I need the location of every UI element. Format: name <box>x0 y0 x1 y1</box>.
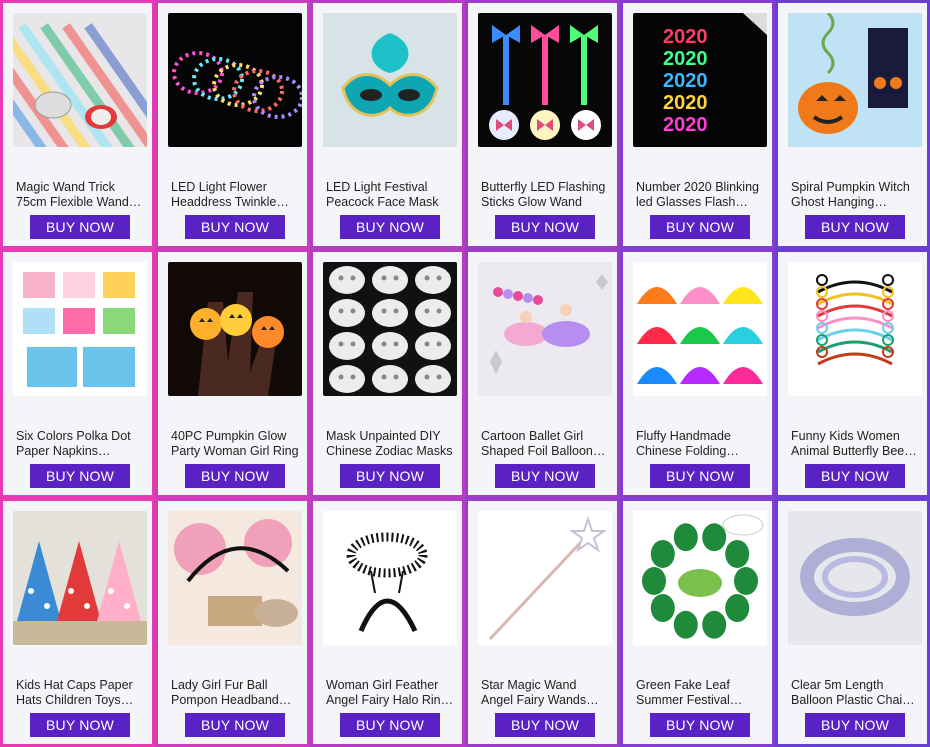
product-image[interactable] <box>168 262 302 396</box>
product-title[interactable]: LED Light Flower Headdress Twinkle Wreat… <box>171 180 299 210</box>
product-card[interactable]: Cartoon Ballet Girl Shaped Foil Balloons… <box>465 249 620 498</box>
buy-now-button[interactable]: BUY NOW <box>30 215 130 239</box>
svg-text:2020: 2020 <box>663 48 708 70</box>
buy-now-button[interactable]: BUY NOW <box>30 713 130 737</box>
product-image[interactable] <box>633 262 767 396</box>
balloon-tape-icon <box>788 511 922 645</box>
buy-now-button[interactable]: BUY NOW <box>805 713 905 737</box>
pumpkin-spiral-icon <box>788 13 922 147</box>
star-wand-icon <box>478 511 612 645</box>
ballet-balloons-icon <box>478 262 612 396</box>
product-card[interactable]: Six Colors Polka Dot Paper Napkins Table… <box>0 249 155 498</box>
svg-text:2020: 2020 <box>663 114 708 136</box>
product-title[interactable]: LED Light Festival Peacock Face Mask <box>326 180 454 210</box>
tropical-leaves-icon <box>633 511 767 645</box>
product-card[interactable]: Clear 5m Length Balloon Plastic Chain Ta… <box>775 498 930 747</box>
product-title[interactable]: Fluffy Handmade Chinese Folding Feather … <box>636 429 764 459</box>
product-title[interactable]: Green Fake Leaf Summer Festival Decorati… <box>636 678 764 708</box>
feather-halo-icon <box>323 511 457 645</box>
product-title[interactable]: Spiral Pumpkin Witch Ghost Hanging Decor… <box>791 180 919 210</box>
led-flower-wreaths-icon <box>168 13 302 147</box>
product-card[interactable]: 40PC Pumpkin Glow Party Woman Girl Ring B… <box>155 249 310 498</box>
peacock-mask-icon <box>323 13 457 147</box>
led-2020-glasses-icon: 20202020202020202020 <box>633 13 767 147</box>
product-title[interactable]: Six Colors Polka Dot Paper Napkins Table… <box>16 429 144 459</box>
butterfly-wands-icon <box>478 13 612 147</box>
product-card[interactable]: Kids Hat Caps Paper Hats Children Toys B… <box>0 498 155 747</box>
buy-now-button[interactable]: BUY NOW <box>805 215 905 239</box>
product-title[interactable]: Kids Hat Caps Paper Hats Children Toys B… <box>16 678 144 708</box>
product-card[interactable]: Mask Unpainted DIY Chinese Zodiac Masks B… <box>310 249 465 498</box>
polka-napkins-icon <box>13 262 147 396</box>
product-image[interactable] <box>788 262 922 396</box>
product-card[interactable]: Star Magic Wand Angel Fairy Wands Party … <box>465 498 620 747</box>
product-card[interactable]: Spiral Pumpkin Witch Ghost Hanging Decor… <box>775 0 930 249</box>
buy-now-button[interactable]: BUY NOW <box>185 215 285 239</box>
antenna-headbands-icon <box>788 262 922 396</box>
product-card[interactable]: 2020 2020 2020 2020 2020 Number 2020 Blinking… <box>620 0 775 249</box>
product-image[interactable] <box>168 13 302 147</box>
buy-now-button[interactable]: BUY NOW <box>805 464 905 488</box>
buy-now-button[interactable]: BUY NOW <box>650 464 750 488</box>
buy-now-button[interactable]: BUY NOW <box>495 215 595 239</box>
buy-now-button[interactable]: BUY NOW <box>495 464 595 488</box>
product-title[interactable]: 40PC Pumpkin Glow Party Woman Girl Ring <box>171 429 299 459</box>
product-title[interactable]: Mask Unpainted DIY Chinese Zodiac Masks <box>326 429 454 459</box>
product-title[interactable]: Star Magic Wand Angel Fairy Wands Party … <box>481 678 609 708</box>
product-image[interactable] <box>168 511 302 645</box>
pumpkin-glow-ring-icon <box>168 262 302 396</box>
buy-now-button[interactable]: BUY NOW <box>185 464 285 488</box>
pompom-headband-icon <box>168 511 302 645</box>
buy-now-button[interactable]: BUY NOW <box>30 464 130 488</box>
product-image[interactable] <box>13 511 147 645</box>
product-image[interactable] <box>323 13 457 147</box>
buy-now-button[interactable]: BUY NOW <box>340 464 440 488</box>
product-card[interactable]: Magic Wand Trick 75cm Flexible Wand Magi… <box>0 0 155 249</box>
product-card[interactable]: Fluffy Handmade Chinese Folding Feather … <box>620 249 775 498</box>
magic-wand-icon <box>13 13 147 147</box>
product-card[interactable]: LED Light Flower Headdress Twinkle Wreat… <box>155 0 310 249</box>
product-image[interactable] <box>478 511 612 645</box>
buy-now-button[interactable]: BUY NOW <box>185 713 285 737</box>
product-image[interactable] <box>788 13 922 147</box>
product-card[interactable]: LED Light Festival Peacock Face Mask BUY … <box>310 0 465 249</box>
product-title[interactable]: Cartoon Ballet Girl Shaped Foil Balloons… <box>481 429 609 459</box>
product-image[interactable] <box>323 511 457 645</box>
product-card[interactable]: Woman Girl Feather Angel Fairy Halo Ring… <box>310 498 465 747</box>
product-title[interactable]: Lady Girl Fur Ball Pompon Headband Ears <box>171 678 299 708</box>
product-title[interactable]: Clear 5m Length Balloon Plastic Chain Ta… <box>791 678 919 708</box>
buy-now-button[interactable]: BUY NOW <box>340 215 440 239</box>
buy-now-button[interactable]: BUY NOW <box>495 713 595 737</box>
product-image[interactable] <box>633 511 767 645</box>
product-card[interactable]: Butterfly LED Flashing Sticks Glow Wand B… <box>465 0 620 249</box>
buy-now-button[interactable]: BUY NOW <box>650 215 750 239</box>
buy-now-button[interactable]: BUY NOW <box>340 713 440 737</box>
product-image[interactable] <box>478 13 612 147</box>
zodiac-masks-icon <box>323 262 457 396</box>
product-title[interactable]: Funny Kids Women Animal Butterfly Bee He… <box>791 429 919 459</box>
product-title[interactable]: Magic Wand Trick 75cm Flexible Wand Magi… <box>16 180 144 210</box>
product-image[interactable] <box>788 511 922 645</box>
product-image[interactable]: 2020 2020 2020 2020 2020 <box>633 13 767 147</box>
product-grid: Magic Wand Trick 75cm Flexible Wand Magi… <box>0 0 930 747</box>
product-image[interactable] <box>323 262 457 396</box>
product-card[interactable]: Green Fake Leaf Summer Festival Decorati… <box>620 498 775 747</box>
product-title[interactable]: Butterfly LED Flashing Sticks Glow Wand <box>481 180 609 210</box>
svg-text:2020: 2020 <box>663 26 708 48</box>
party-hats-icon <box>13 511 147 645</box>
product-title[interactable]: Number 2020 Blinking led Glasses Flash P… <box>636 180 764 210</box>
svg-text:2020: 2020 <box>663 70 708 92</box>
buy-now-button[interactable]: BUY NOW <box>650 713 750 737</box>
product-card[interactable]: Funny Kids Women Animal Butterfly Bee He… <box>775 249 930 498</box>
feather-fans-icon <box>633 262 767 396</box>
svg-text:2020: 2020 <box>663 92 708 114</box>
product-image[interactable] <box>13 262 147 396</box>
product-card[interactable]: Lady Girl Fur Ball Pompon Headband Ears B… <box>155 498 310 747</box>
product-image[interactable] <box>478 262 612 396</box>
product-image[interactable] <box>13 13 147 147</box>
product-title[interactable]: Woman Girl Feather Angel Fairy Halo Ring… <box>326 678 454 708</box>
